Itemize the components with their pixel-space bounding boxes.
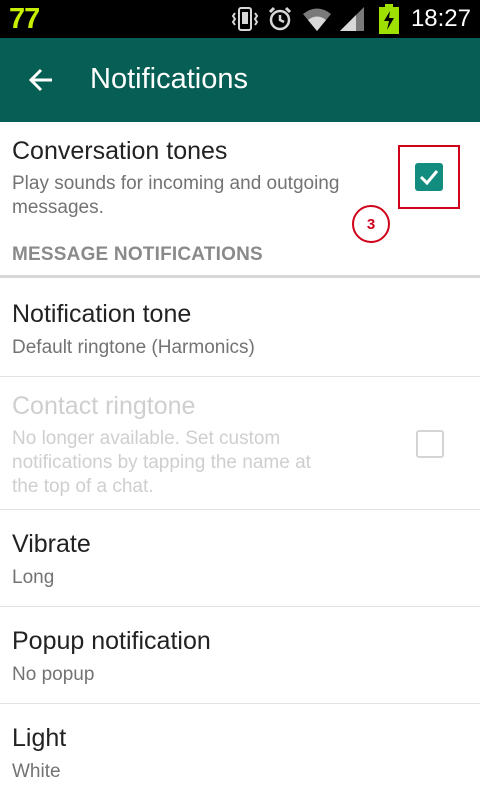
alarm-icon [266, 5, 294, 38]
pref-subtitle: Long [12, 567, 55, 588]
wifi-icon [302, 5, 332, 38]
status-bar: 77 18:27 [0, 0, 480, 38]
signal-icon [338, 5, 366, 38]
vibrate-icon [230, 5, 260, 38]
pref-subtitle-line: Play sounds for incoming and outgoing [12, 173, 340, 194]
pref-subtitle-line: No longer available. Set custom [12, 428, 281, 449]
annotation-step-marker: 3 [352, 205, 390, 243]
pref-title: Popup notification [12, 627, 211, 655]
back-button[interactable] [18, 56, 66, 104]
pref-popup-notification[interactable]: Popup notification No popup [0, 607, 480, 703]
annotation-highlight-box [398, 145, 460, 209]
pref-vibrate[interactable]: Vibrate Long [0, 510, 480, 606]
pref-title: Conversation tones [12, 137, 228, 165]
battery-charging-icon [378, 4, 400, 39]
arrow-back-icon [28, 68, 52, 92]
pref-subtitle: No popup [12, 664, 95, 685]
pref-light[interactable]: Light White [0, 704, 480, 800]
pref-subtitle: Default ringtone (Harmonics) [12, 337, 255, 358]
pref-contact-ringtone: Contact ringtone No longer available. Se… [0, 377, 480, 509]
pref-subtitle: Play sounds for incoming and outgoing me… [12, 172, 339, 220]
pref-title: Vibrate [12, 530, 91, 558]
status-icons [230, 5, 380, 33]
pref-subtitle: No longer available. Set custom notifica… [12, 427, 311, 499]
pref-subtitle: White [12, 761, 61, 782]
notification-count-badge: 77 [9, 3, 40, 35]
pref-subtitle-line: notifications by tapping the name at [12, 452, 311, 473]
pref-subtitle-line: the top of a chat. [12, 476, 154, 497]
contact-ringtone-checkbox [416, 430, 444, 458]
pref-notification-tone[interactable]: Notification tone Default ringtone (Harm… [0, 278, 480, 376]
section-header: MESSAGE NOTIFICATIONS [12, 244, 263, 265]
clock: 18:27 [410, 5, 471, 32]
page-title: Notifications [90, 63, 248, 95]
pref-subtitle-line: messages. [12, 197, 104, 218]
app-bar: Notifications [0, 38, 480, 122]
pref-title: Notification tone [12, 300, 192, 328]
pref-title: Contact ringtone [12, 392, 196, 420]
pref-title: Light [12, 724, 67, 752]
